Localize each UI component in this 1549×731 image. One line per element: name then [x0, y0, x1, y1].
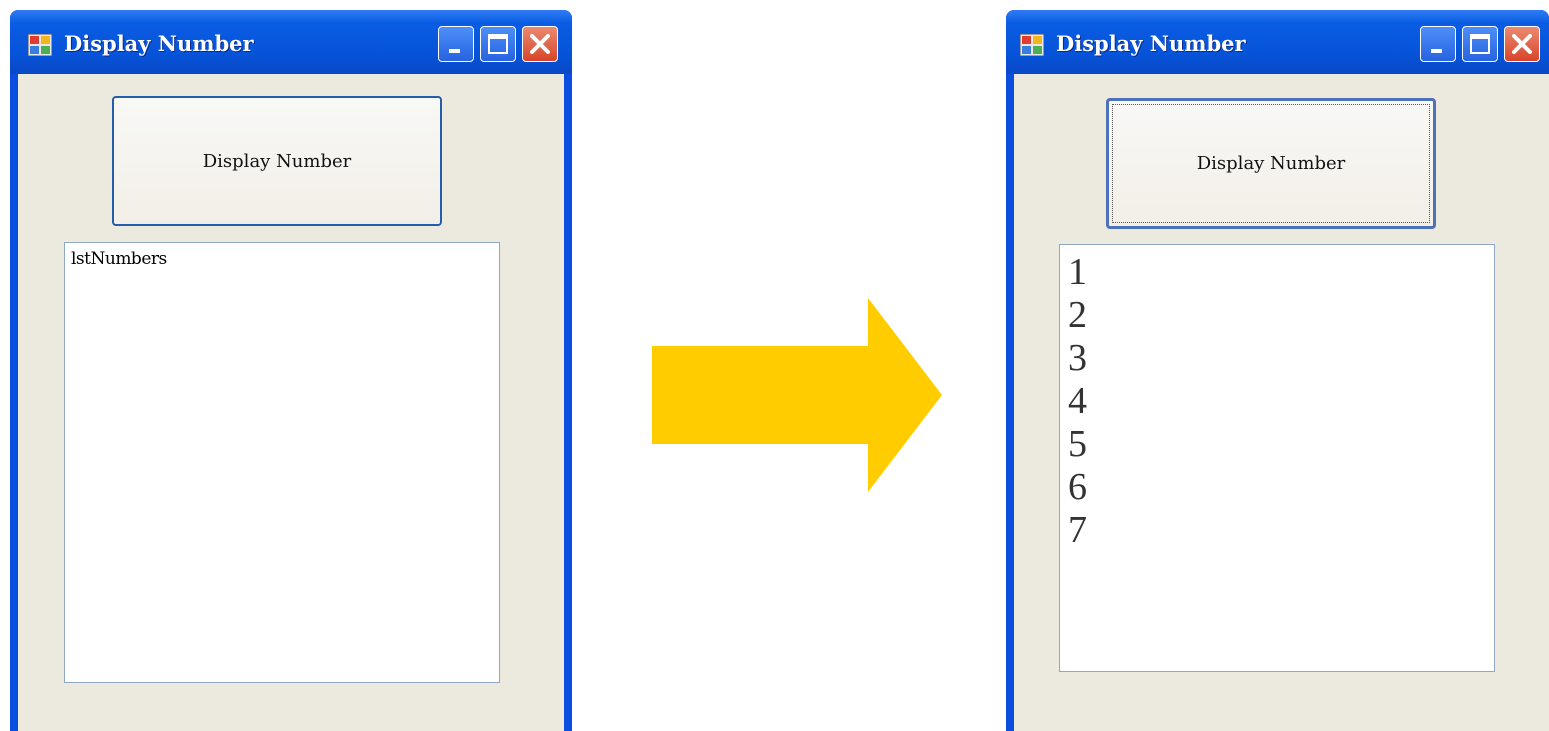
form-client-area: Display Number lstNumbers [18, 74, 564, 731]
numbers-listbox[interactable]: lstNumbers [64, 242, 500, 683]
title-bar[interactable]: Display Number [10, 10, 572, 74]
title-bar[interactable]: Display Number [1006, 10, 1549, 74]
form-client-area: Display Number 1 2 3 4 5 6 7 [1014, 74, 1549, 731]
maximize-button[interactable] [1462, 26, 1498, 62]
close-button[interactable] [522, 26, 558, 62]
close-icon [530, 34, 550, 54]
minimize-button[interactable] [1420, 26, 1456, 62]
minimize-icon [449, 49, 460, 53]
window-title: Display Number [64, 31, 254, 56]
display-number-button[interactable]: Display Number [1106, 98, 1436, 229]
list-item[interactable]: 6 [1068, 466, 1087, 509]
minimize-button[interactable] [438, 26, 474, 62]
right-arrow-icon [652, 298, 942, 492]
display-number-button[interactable]: Display Number [112, 96, 442, 226]
display-number-button-label: Display Number [1196, 153, 1346, 174]
list-item[interactable]: 5 [1068, 423, 1087, 466]
display-number-button-label: Display Number [202, 150, 352, 172]
minimize-icon [1431, 49, 1442, 53]
close-button[interactable] [1504, 26, 1540, 62]
list-item[interactable]: 1 [1068, 251, 1087, 294]
app-icon [1020, 34, 1044, 56]
list-item[interactable]: 4 [1068, 380, 1087, 423]
list-item[interactable]: 2 [1068, 294, 1087, 337]
window-run-time: Display Number Display Number 1 2 3 4 5 … [1006, 10, 1549, 731]
app-icon [28, 34, 52, 56]
window-design-time: Display Number Display Number lstNumbers [10, 10, 572, 731]
list-item[interactable]: 7 [1068, 509, 1087, 552]
list-item[interactable]: 3 [1068, 337, 1087, 380]
close-icon [1512, 34, 1532, 54]
numbers-listbox[interactable]: 1 2 3 4 5 6 7 [1059, 244, 1495, 672]
maximize-button[interactable] [480, 26, 516, 62]
maximize-icon [1470, 34, 1490, 54]
maximize-icon [488, 34, 508, 54]
listbox-items: 1 2 3 4 5 6 7 [1068, 251, 1087, 552]
listbox-design-name: lstNumbers [71, 249, 167, 269]
window-title: Display Number [1056, 31, 1246, 56]
